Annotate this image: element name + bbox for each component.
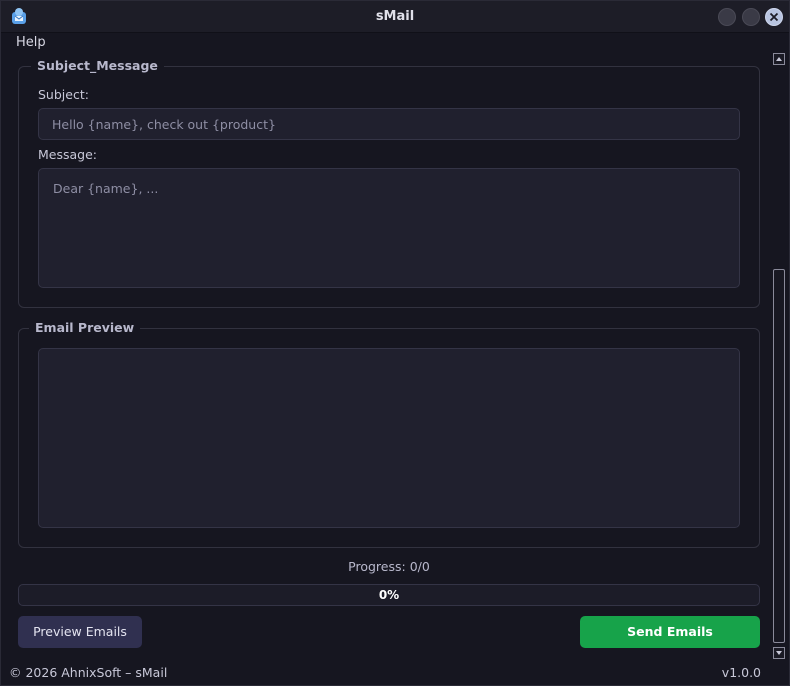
menu-help[interactable]: Help	[16, 35, 46, 50]
arrow-up-icon	[776, 57, 782, 61]
arrow-down-icon	[776, 651, 782, 655]
footer-version: v1.0.0	[721, 665, 761, 680]
send-emails-button[interactable]: Send Emails	[580, 616, 760, 648]
scroll-up-button[interactable]	[773, 53, 785, 65]
vertical-scrollbar[interactable]	[773, 53, 785, 661]
email-preview-group-title: Email Preview	[29, 320, 141, 335]
minimize-button[interactable]	[718, 8, 736, 26]
email-preview-area[interactable]	[38, 348, 740, 528]
subject-label: Subject:	[38, 87, 89, 102]
progress-percent: 0%	[378, 588, 400, 602]
progress-text: Progress: 0/0	[348, 559, 430, 574]
scroll-thumb[interactable]	[773, 269, 785, 643]
progress-bar: 0%	[18, 584, 760, 606]
subject-message-group-title: Subject_Message	[31, 58, 164, 73]
maximize-button[interactable]	[742, 8, 760, 26]
app-window: sMail Help Subject_Message Subject: Hell…	[0, 0, 790, 686]
footer-copyright: © 2026 AhnixSoft – sMail	[9, 665, 168, 680]
menu-bar: Help	[1, 33, 771, 53]
close-icon	[769, 12, 779, 22]
preview-emails-button[interactable]: Preview Emails	[18, 616, 142, 648]
scroll-down-button[interactable]	[773, 647, 785, 659]
subject-placeholder: Hello {name}, check out {product}	[52, 117, 276, 132]
subject-input[interactable]: Hello {name}, check out {product}	[38, 108, 740, 140]
message-placeholder: Dear {name}, ...	[53, 181, 159, 196]
close-button[interactable]	[765, 8, 783, 26]
message-textarea[interactable]: Dear {name}, ...	[38, 168, 740, 288]
message-label: Message:	[38, 147, 97, 162]
window-title: sMail	[375, 9, 415, 24]
title-bar[interactable]: sMail	[1, 1, 789, 33]
